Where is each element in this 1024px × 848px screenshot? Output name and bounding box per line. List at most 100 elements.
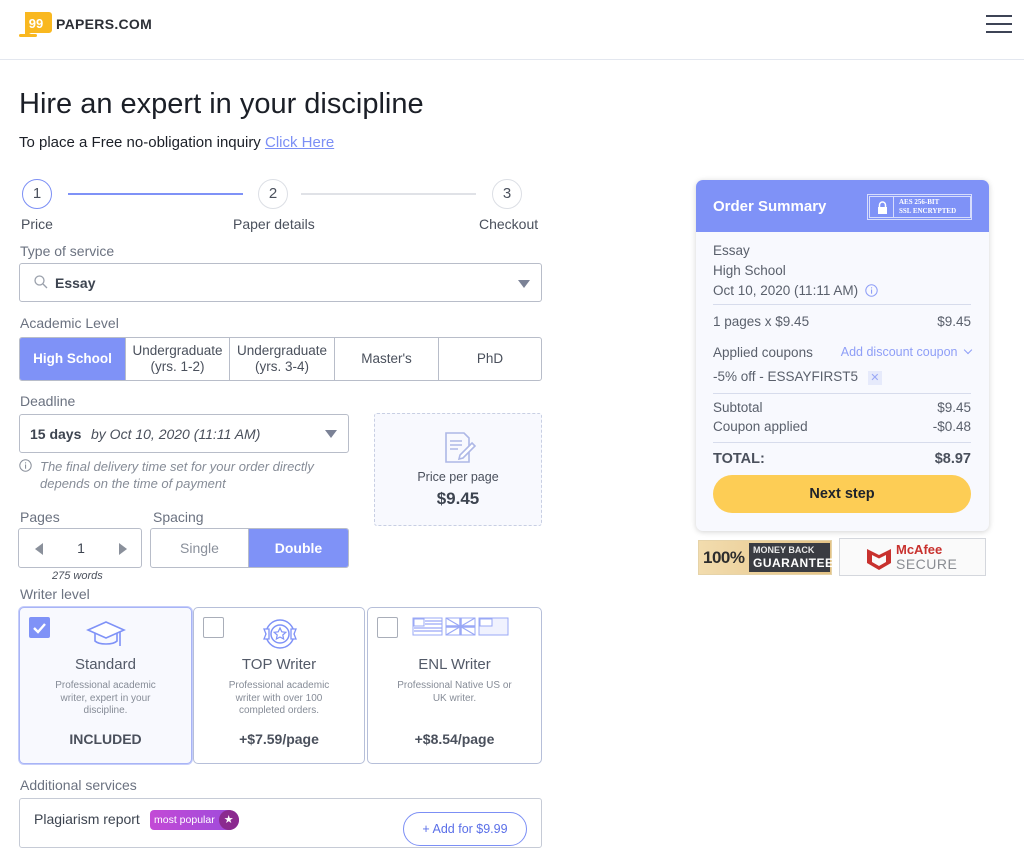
page-title: Hire an expert in your discipline	[19, 88, 424, 120]
level-phd[interactable]: PhD	[439, 338, 541, 380]
pages-stepper: 1	[18, 528, 142, 568]
level-masters[interactable]: Master's	[335, 338, 439, 380]
writer-description: Professional academic writer with over 1…	[228, 680, 330, 716]
writer-option-top[interactable]: TOP Writer Professional academic writer …	[193, 607, 365, 764]
step-2-circle[interactable]: 2	[258, 179, 288, 209]
document-edit-icon	[442, 431, 477, 470]
most-popular-badge: most popular ★	[150, 810, 239, 830]
ssl-badge: AES 256-BIT SSL ENCRYPTED	[867, 194, 972, 220]
service-type-select[interactable]: Essay	[19, 263, 542, 302]
add-discount-coupon-link[interactable]: Add discount coupon	[841, 345, 973, 359]
price-per-page-value: $9.45	[436, 489, 480, 508]
writer-option-standard[interactable]: Standard Professional academic writer, e…	[19, 607, 192, 764]
summary-service: Essay	[713, 243, 750, 258]
deadline-label: Deadline	[20, 393, 76, 409]
order-summary-title: Order Summary	[713, 198, 827, 215]
summary-coupons: Applied coupons Add discount coupon	[713, 345, 973, 360]
academic-level-label: Academic Level	[20, 315, 119, 331]
order-summary: Order Summary AES 256-BIT SSL ENCRYPTED …	[696, 180, 989, 531]
summary-level: High School	[713, 263, 786, 278]
mcafee-shield-icon	[866, 545, 892, 576]
click-here-link[interactable]: Click Here	[265, 134, 334, 151]
add-plagiarism-report-button[interactable]: + Add for $9.99	[403, 812, 527, 846]
writer-option-enl[interactable]: ENL Writer Professional Native US or UK …	[367, 607, 542, 764]
service-type-value: Essay	[55, 275, 96, 291]
applied-coupon: -5% off - ESSAYFIRST5 ✕	[713, 369, 971, 385]
step-connector-2	[301, 193, 476, 195]
checkbox-unchecked[interactable]	[377, 617, 398, 638]
chevron-down-icon	[963, 345, 973, 355]
info-icon	[19, 459, 32, 477]
divider	[713, 442, 971, 443]
site-header: 99 PAPERS.COM	[0, 0, 1024, 60]
spacing-single[interactable]: Single	[151, 529, 249, 567]
remove-coupon-icon[interactable]: ✕	[867, 371, 882, 385]
ssl-line-2: SSL ENCRYPTED	[899, 207, 957, 215]
price-per-page-label: Price per page	[417, 470, 499, 484]
writer-level-label: Writer level	[20, 586, 90, 602]
checkbox-unchecked[interactable]	[203, 617, 224, 638]
pages-value[interactable]: 1	[69, 540, 93, 556]
inquiry-text: To place a Free no-obligation inquiry	[19, 134, 261, 151]
summary-deadline: Oct 10, 2020 (11:11 AM)	[713, 283, 971, 300]
graduation-cap-icon	[86, 618, 126, 659]
step-1-circle[interactable]: 1	[22, 179, 52, 209]
deadline-note: The final delivery time set for your ord…	[40, 459, 314, 491]
logo-text: PAPERS.COM	[56, 16, 153, 32]
divider	[713, 393, 971, 394]
level-undergraduate-3-4[interactable]: Undergraduate (yrs. 3-4)	[230, 338, 335, 380]
additional-services-label: Additional services	[20, 777, 137, 793]
info-icon[interactable]	[865, 284, 878, 300]
chevron-down-icon	[325, 430, 337, 438]
service-name: Plagiarism report	[34, 811, 140, 827]
summary-subtotal: Subtotal $9.45	[713, 400, 971, 415]
lock-icon	[877, 201, 888, 219]
level-undergraduate-1-2[interactable]: Undergraduate (yrs. 1-2)	[126, 338, 230, 380]
writer-description: Professional academic writer, expert in …	[55, 680, 156, 716]
writer-title: ENL Writer	[418, 656, 491, 673]
plagiarism-report-service: Plagiarism report most popular ★ + Add f…	[19, 798, 542, 848]
divider	[713, 304, 971, 305]
increment-icon[interactable]	[119, 543, 127, 555]
deadline-date: by Oct 10, 2020 (11:11 AM)	[91, 426, 261, 442]
step-connector-1	[68, 193, 243, 195]
checkbox-checked[interactable]	[29, 617, 50, 638]
deadline-value: 15 days	[30, 426, 82, 442]
summary-pages: 1 pages x $9.45 $9.45	[713, 314, 971, 329]
spacing-label: Spacing	[153, 509, 204, 525]
logo-icon: 99	[19, 10, 53, 38]
summary-total: TOTAL: $8.97	[713, 451, 971, 467]
writer-price: +$7.59/page	[239, 731, 319, 747]
writer-price: +$8.54/page	[414, 731, 495, 747]
hamburger-menu-icon[interactable]	[986, 15, 1012, 35]
deadline-select[interactable]: 15 days by Oct 10, 2020 (11:11 AM)	[19, 414, 349, 453]
service-type-label: Type of service	[20, 243, 115, 259]
step-3-circle[interactable]: 3	[492, 179, 522, 209]
spacing-double[interactable]: Double	[249, 529, 348, 567]
step-2-label: Paper details	[233, 216, 315, 232]
writer-description: Professional Native US or UK writer.	[397, 680, 512, 704]
svg-text:99: 99	[29, 16, 43, 31]
order-summary-header: Order Summary AES 256-BIT SSL ENCRYPTED	[696, 180, 989, 232]
spacing-selector: Single Double	[150, 528, 349, 568]
next-step-button[interactable]: Next step	[713, 475, 971, 513]
writer-title: TOP Writer	[241, 656, 317, 673]
logo[interactable]: 99 PAPERS.COM	[19, 10, 152, 38]
money-back-guarantee-badge: 100% MONEY BACK GUARANTEE	[698, 540, 833, 575]
level-high-school[interactable]: High School	[20, 338, 126, 380]
step-3-label: Checkout	[479, 216, 539, 232]
pages-label: Pages	[20, 509, 60, 525]
summary-coupon-applied: Coupon applied -$0.48	[713, 419, 971, 434]
star-icon: ★	[218, 810, 239, 830]
writer-price: INCLUDED	[69, 731, 142, 747]
writer-title: Standard	[75, 656, 136, 673]
inquiry-prompt: To place a Free no-obligation inquiry Cl…	[19, 134, 334, 151]
mcafee-secure-badge: McAfee SECURE	[839, 538, 986, 576]
ssl-line-1: AES 256-BIT	[899, 198, 940, 206]
decrement-icon[interactable]	[35, 543, 43, 555]
step-1-label: Price	[21, 216, 53, 232]
search-icon	[34, 275, 48, 294]
academic-level-selector: High School Undergraduate (yrs. 1-2) Unde…	[19, 337, 542, 381]
word-count: 275 words	[52, 570, 103, 582]
price-per-page-box: Price per page $9.45	[374, 413, 542, 526]
